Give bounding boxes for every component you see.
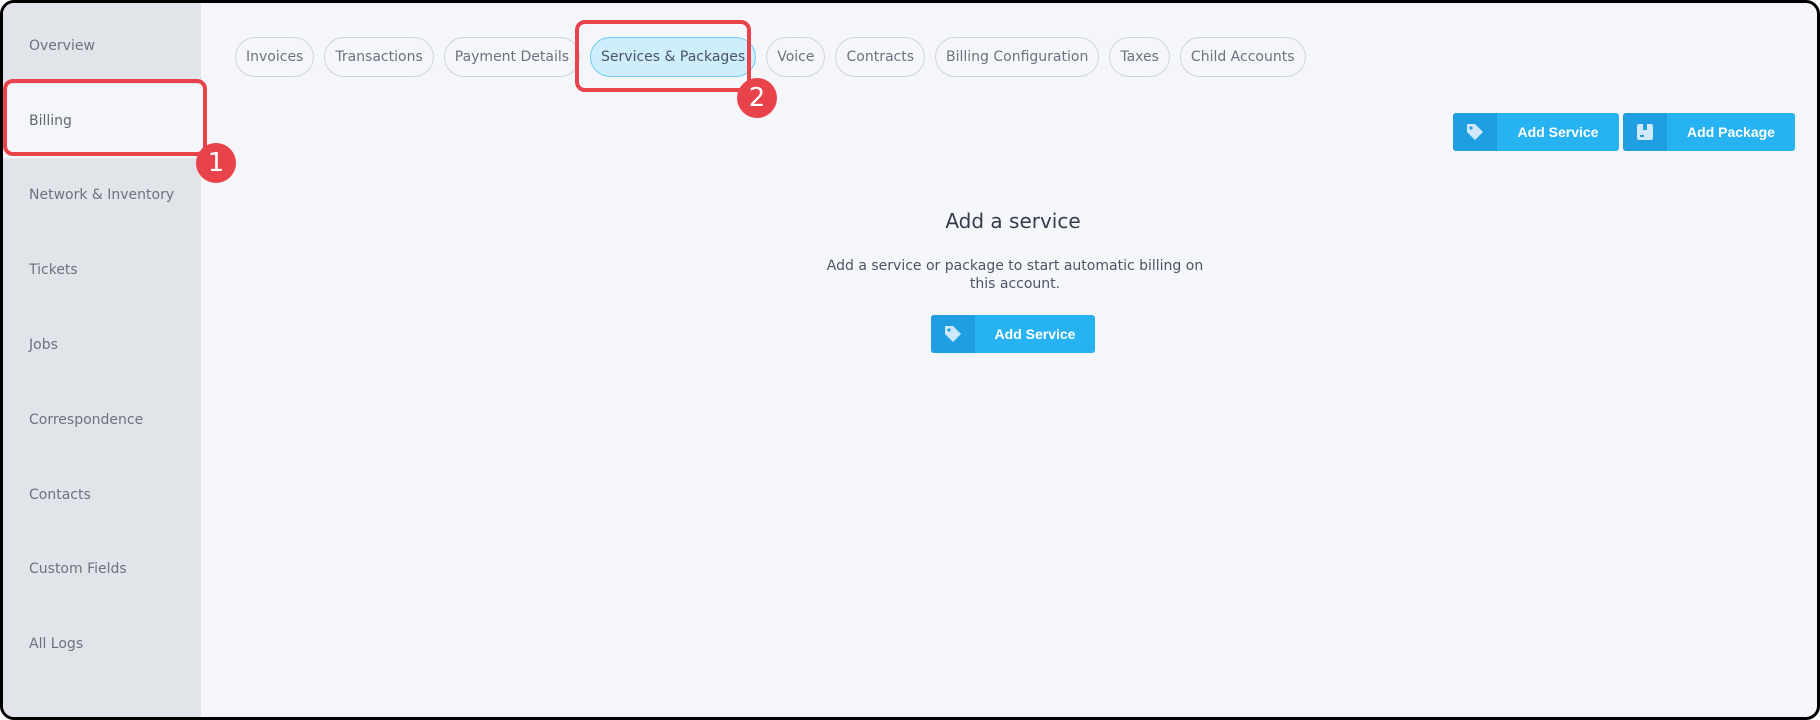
tab-child-accounts[interactable]: Child Accounts <box>1179 37 1306 77</box>
empty-state-title: Add a service <box>945 209 1081 233</box>
tab-label: Contracts <box>846 49 915 65</box>
sidebar-item-label: Network & Inventory <box>29 187 175 203</box>
tab-label: Payment Details <box>454 49 570 65</box>
annotation-step-2: 2 <box>737 78 777 118</box>
sidebar-item-label: Tickets <box>29 262 78 278</box>
tab-label: Child Accounts <box>1190 49 1295 65</box>
sidebar-item-label: Correspondence <box>29 412 144 428</box>
sidebar-item-all-logs[interactable]: All Logs <box>3 607 201 681</box>
tab-label: Billing Configuration <box>946 49 1089 65</box>
tab-label: Invoices <box>246 49 304 65</box>
annotation-highlight-billing <box>3 79 207 156</box>
tab-label: Voice <box>777 49 815 65</box>
tab-label: Taxes <box>1120 49 1159 65</box>
sidebar-item-label: Custom Fields <box>29 561 127 577</box>
app-window: Overview Billing Network & Inventory Tic… <box>0 0 1820 720</box>
sidebar-item-jobs[interactable]: Jobs <box>3 308 201 382</box>
empty-add-service-button[interactable]: Add Service <box>931 315 1095 353</box>
tab-bar: Invoices Transactions Payment Details Se… <box>235 37 1306 77</box>
add-service-button[interactable]: Add Service <box>1453 113 1619 151</box>
tab-voice[interactable]: Voice <box>766 37 826 77</box>
package-icon <box>1623 113 1667 151</box>
tag-icon <box>1453 113 1497 151</box>
sidebar-item-label: Overview <box>29 38 95 54</box>
sidebar-item-label: Contacts <box>29 487 91 503</box>
empty-state-message: Add a service or package to start automa… <box>826 258 1204 292</box>
tab-taxes[interactable]: Taxes <box>1109 37 1170 77</box>
sidebar-item-custom-fields[interactable]: Custom Fields <box>3 532 201 606</box>
sidebar-item-tickets[interactable]: Tickets <box>3 233 201 307</box>
tab-payment-details[interactable]: Payment Details <box>443 37 581 77</box>
add-service-label: Add Service <box>1517 124 1599 140</box>
tab-contracts[interactable]: Contracts <box>835 37 926 77</box>
sidebar-item-label: All Logs <box>29 636 84 652</box>
tag-icon <box>931 315 975 353</box>
tab-label: Transactions <box>335 49 423 65</box>
tab-transactions[interactable]: Transactions <box>324 37 434 77</box>
sidebar-item-overview[interactable]: Overview <box>3 9 201 83</box>
tab-billing-configuration[interactable]: Billing Configuration <box>935 37 1100 77</box>
tab-invoices[interactable]: Invoices <box>235 37 315 77</box>
empty-add-service-label: Add Service <box>994 326 1076 342</box>
sidebar-item-label: Jobs <box>29 337 58 353</box>
annotation-step-1: 1 <box>196 143 236 183</box>
sidebar-item-contacts[interactable]: Contacts <box>3 458 201 532</box>
add-package-button[interactable]: Add Package <box>1623 113 1795 151</box>
add-package-label: Add Package <box>1687 124 1775 140</box>
sidebar-item-correspondence[interactable]: Correspondence <box>3 383 201 457</box>
annotation-highlight-services-tab <box>575 20 751 92</box>
